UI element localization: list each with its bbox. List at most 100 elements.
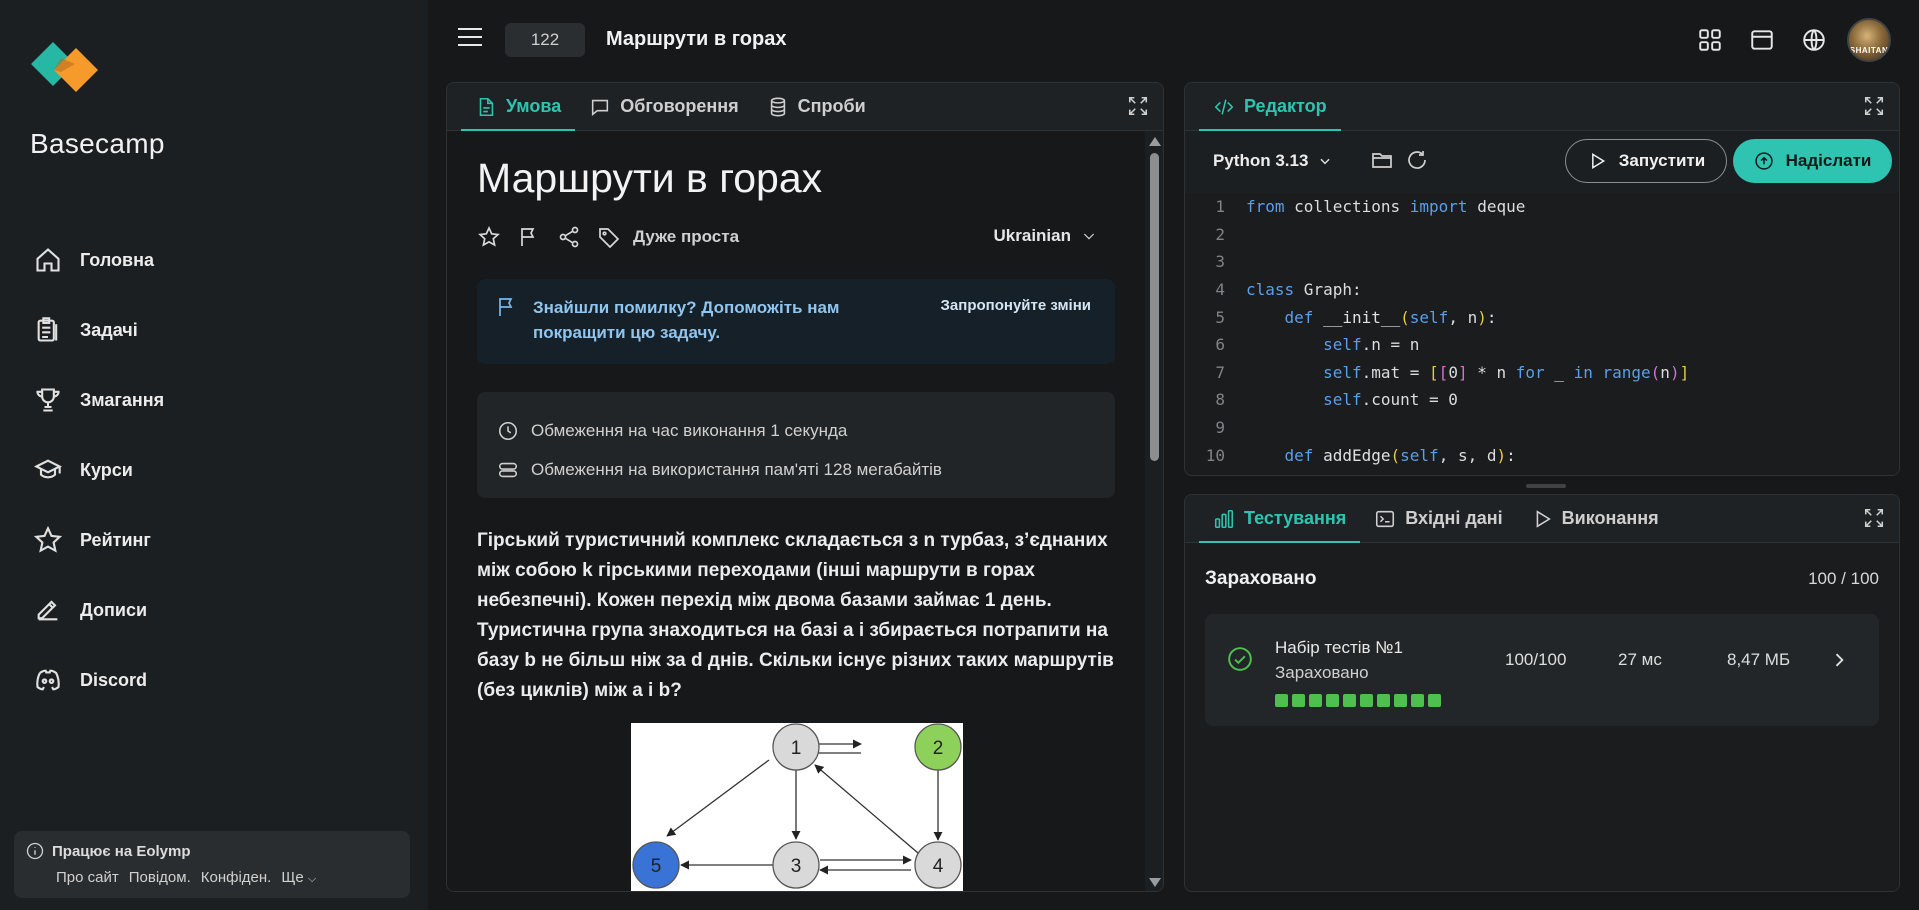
trophy-icon (36, 388, 60, 412)
panel-resize-handle[interactable] (1526, 484, 1566, 488)
statement-var: k (582, 560, 593, 581)
test-passed-dot[interactable] (1275, 694, 1288, 707)
statement-var: a (632, 680, 643, 701)
nav-item-problems[interactable]: Задачі (34, 295, 404, 365)
test-passed-dot[interactable] (1394, 694, 1407, 707)
tab-label: Тестування (1244, 508, 1347, 528)
nav-item-courses[interactable]: Курси (34, 435, 404, 505)
test-passed-dot[interactable] (1343, 694, 1356, 707)
limits-box: Обмеження на час виконання 1 секунда Обм… (477, 392, 1115, 498)
star-icon[interactable] (477, 225, 501, 249)
feedback-banner: Знайшли помилку? Допоможіть нам покращит… (477, 279, 1115, 364)
nav-item-contests[interactable]: Змагання (34, 365, 404, 435)
tab-label: Умова (506, 96, 562, 116)
test-passed-dot[interactable] (1326, 694, 1339, 707)
testing-panel: Тестування Вхідні дані Виконання Зарахов… (1184, 494, 1900, 892)
test-passed-dot[interactable] (1411, 694, 1424, 707)
clock-icon (498, 421, 518, 440)
line-number: 6 (1215, 335, 1225, 355)
edit-icon (37, 600, 58, 621)
browser-window-button[interactable] (1743, 21, 1781, 59)
test-passed-dot[interactable] (1309, 694, 1322, 707)
total-score: 100 / 100 (1808, 569, 1879, 588)
grid-icon (1699, 29, 1721, 51)
expand-button[interactable] (1863, 507, 1887, 531)
test-passed-dot[interactable] (1377, 694, 1390, 707)
nav-item-home[interactable]: Головна (34, 225, 404, 295)
footer-link-report[interactable]: Повідом. (129, 869, 191, 886)
chevron-right-icon[interactable] (1829, 650, 1849, 670)
tab-statement[interactable]: Умова (461, 83, 576, 131)
footer-link-more[interactable]: Ще ⌵ (281, 869, 316, 886)
code-line: 7 self.mat = [[0] * n for _ in range(n)] (1185, 359, 1899, 387)
submit-button[interactable]: Надіслати (1733, 139, 1892, 183)
code-editor[interactable]: 1 from collections import deque 2 3 4 clas… (1185, 193, 1899, 475)
star-icon (34, 526, 62, 553)
globe-icon (1803, 29, 1825, 51)
code-line: 9 (1185, 414, 1899, 442)
statement-scrollbar[interactable] (1145, 131, 1163, 891)
share-icon[interactable] (557, 225, 581, 249)
scroll-down-arrow[interactable] (1149, 878, 1161, 887)
refresh-icon (1408, 151, 1426, 169)
expand-button[interactable] (1863, 95, 1887, 119)
tab-editor[interactable]: Редактор (1199, 83, 1341, 131)
tab-label: Обговорення (620, 96, 739, 116)
scroll-up-arrow[interactable] (1149, 137, 1161, 146)
problem-panel: Умова Обговорення Спроби Маршрути в гора… (446, 82, 1164, 892)
user-avatar[interactable]: SHAITAN (1847, 18, 1891, 62)
nav-item-posts[interactable]: Дописи (34, 575, 404, 645)
nav-item-discord[interactable]: Discord (34, 645, 404, 715)
suggest-changes-link[interactable]: Запропонуйте зміни (941, 297, 1091, 314)
test-set-row[interactable]: Набір тестів №1 Зараховано 100/100 27 мс… (1205, 614, 1879, 726)
menu-icon[interactable] (458, 28, 482, 48)
tab-execution[interactable]: Виконання (1517, 495, 1673, 542)
run-label: Запустити (1618, 151, 1706, 170)
code-line: 1 from collections import deque (1185, 193, 1899, 221)
statement-text: не більш ніж за (535, 650, 691, 671)
basecamp-logo[interactable] (30, 42, 112, 100)
brand-name[interactable]: Basecamp (30, 128, 165, 160)
flag-icon[interactable] (517, 225, 541, 249)
reset-code-button[interactable] (1405, 148, 1431, 174)
problem-meta: Дуже проста Ukrainian (477, 222, 1115, 252)
test-set-score: 100/100 (1505, 650, 1567, 669)
code-text: def addEdge(self, s, d): (1284, 445, 1516, 465)
discord-icon (36, 669, 60, 691)
language-select[interactable]: Python 3.13 (1213, 151, 1332, 171)
tab-input[interactable]: Вхідні дані (1360, 495, 1516, 542)
tab-label: Спроби (797, 96, 866, 116)
tab-attempts[interactable]: Спроби (753, 83, 880, 130)
tab-discussion[interactable]: Обговорення (575, 83, 752, 130)
tab-testing[interactable]: Тестування (1199, 495, 1361, 543)
statement-var: a (843, 620, 854, 641)
graph-node-label: 1 (791, 738, 802, 759)
browser-window-icon (1751, 30, 1773, 50)
memory-limit-text: Обмеження на використання пам'яті 128 ме… (531, 459, 942, 479)
code-text: self.mat = [[0] * n for _ in range(n)] (1323, 362, 1690, 382)
apps-grid-button[interactable] (1691, 21, 1729, 59)
nav-item-rating[interactable]: Рейтинг (34, 505, 404, 575)
footer-link-privacy[interactable]: Конфіден. (201, 869, 272, 886)
expand-icon (1864, 508, 1884, 528)
play-icon (1591, 152, 1605, 170)
line-number: 7 (1215, 362, 1225, 382)
problem-statement: Гірський туристичний комплекс складаєтьс… (477, 526, 1117, 706)
graph-svg: 1 2 3 4 5 (632, 723, 962, 889)
test-passed-dot[interactable] (1292, 694, 1305, 707)
scrollbar-thumb[interactable] (1150, 153, 1159, 461)
open-folder-button[interactable] (1370, 148, 1396, 174)
code-line: 3 (1185, 248, 1899, 276)
run-button[interactable]: Запустити (1565, 139, 1727, 183)
statement-language-select[interactable]: Ukrainian (994, 226, 1097, 246)
powered-by-text[interactable]: Працює на Eolymp (52, 843, 191, 860)
main-nav: Головна Задачі Змагання Курси Рейтинг До… (34, 225, 404, 715)
footer-link-about[interactable]: Про сайт (56, 869, 119, 886)
tag-icon[interactable] (597, 225, 621, 249)
chevron-down-icon: ⌵ (307, 873, 317, 885)
test-passed-dot[interactable] (1428, 694, 1441, 707)
expand-icon (1128, 96, 1148, 116)
expand-button[interactable] (1127, 95, 1151, 119)
test-passed-dot[interactable] (1360, 694, 1373, 707)
language-button[interactable] (1795, 21, 1833, 59)
